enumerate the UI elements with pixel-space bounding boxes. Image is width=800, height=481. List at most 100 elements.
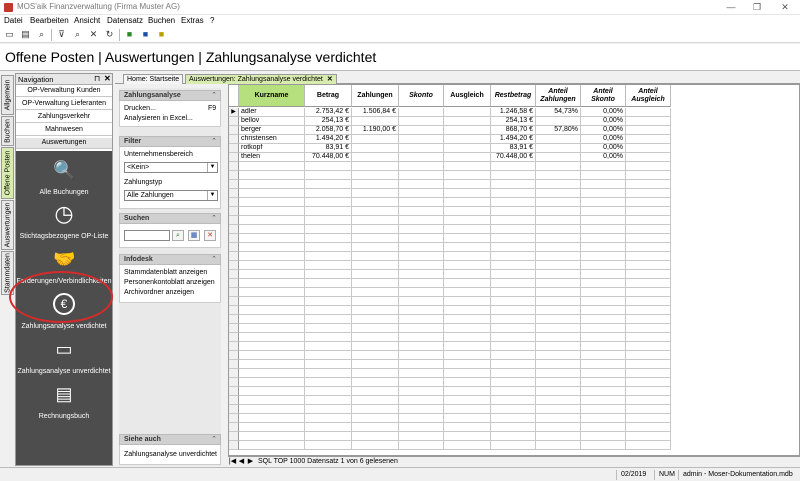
empty-cell[interactable]	[352, 360, 399, 369]
empty-cell[interactable]	[536, 234, 581, 243]
empty-cell[interactable]	[444, 234, 491, 243]
row-selector[interactable]	[229, 144, 239, 153]
row-selector[interactable]	[229, 198, 239, 207]
empty-cell[interactable]	[581, 243, 626, 252]
section-zahlungsanalyse-header[interactable]: Zahlungsanalyse ⌃	[119, 90, 221, 101]
empty-cell[interactable]	[626, 198, 671, 207]
table-cell[interactable]: 1.506,84 €	[352, 108, 399, 117]
empty-cell[interactable]	[581, 270, 626, 279]
empty-cell[interactable]	[536, 288, 581, 297]
refresh-icon[interactable]: ↻	[104, 29, 115, 40]
empty-cell[interactable]	[305, 198, 352, 207]
empty-cell[interactable]	[626, 306, 671, 315]
empty-cell[interactable]	[626, 162, 671, 171]
row-selector[interactable]	[229, 207, 239, 216]
empty-cell[interactable]	[239, 369, 305, 378]
empty-cell[interactable]	[626, 351, 671, 360]
empty-cell[interactable]	[581, 351, 626, 360]
empty-cell[interactable]	[352, 189, 399, 198]
empty-cell[interactable]	[239, 261, 305, 270]
empty-cell[interactable]	[305, 306, 352, 315]
empty-cell[interactable]	[305, 423, 352, 432]
table-cell[interactable]: berger	[239, 126, 305, 135]
empty-cell[interactable]	[444, 225, 491, 234]
row-selector[interactable]	[229, 432, 239, 441]
table-cell[interactable]	[399, 117, 444, 126]
empty-cell[interactable]	[536, 414, 581, 423]
empty-cell[interactable]	[536, 225, 581, 234]
row-selector[interactable]	[229, 288, 239, 297]
empty-cell[interactable]	[305, 234, 352, 243]
section-infodesk-header[interactable]: Infodesk ⌃	[119, 254, 221, 265]
empty-cell[interactable]	[581, 441, 626, 450]
tab-startseite[interactable]: Home: Startseite	[123, 74, 184, 84]
empty-cell[interactable]	[491, 216, 536, 225]
table-cell[interactable]: 0,00%	[581, 135, 626, 144]
empty-cell[interactable]	[352, 405, 399, 414]
empty-cell[interactable]	[581, 369, 626, 378]
empty-cell[interactable]	[239, 216, 305, 225]
row-selector[interactable]	[229, 387, 239, 396]
empty-cell[interactable]	[239, 432, 305, 441]
row-selector[interactable]	[229, 180, 239, 189]
table-cell[interactable]	[352, 153, 399, 162]
empty-cell[interactable]	[491, 369, 536, 378]
empty-cell[interactable]	[239, 198, 305, 207]
row-selector[interactable]	[229, 306, 239, 315]
empty-cell[interactable]	[239, 351, 305, 360]
row-selector[interactable]	[229, 324, 239, 333]
empty-cell[interactable]	[444, 423, 491, 432]
empty-cell[interactable]	[626, 243, 671, 252]
row-selector[interactable]	[229, 297, 239, 306]
vtab-auswertungen[interactable]: Auswertungen	[1, 200, 14, 250]
empty-cell[interactable]	[626, 279, 671, 288]
row-selector[interactable]	[229, 423, 239, 432]
empty-cell[interactable]	[581, 342, 626, 351]
table-cell[interactable]	[626, 135, 671, 144]
collapse-icon[interactable]: ⌃	[211, 214, 217, 222]
empty-cell[interactable]	[491, 324, 536, 333]
empty-cell[interactable]	[581, 198, 626, 207]
empty-cell[interactable]	[239, 360, 305, 369]
zahlungstyp-select[interactable]: Alle Zahlungen ▼	[124, 190, 218, 201]
empty-cell[interactable]	[581, 189, 626, 198]
row-selector[interactable]	[229, 315, 239, 324]
column-header-restbetrag[interactable]: Restbetrag	[491, 85, 536, 107]
column-header-ausgleich[interactable]: Ausgleich	[444, 85, 491, 107]
table-cell[interactable]: 254,13 €	[305, 117, 352, 126]
empty-cell[interactable]	[491, 207, 536, 216]
empty-cell[interactable]	[491, 162, 536, 171]
table-cell[interactable]	[352, 144, 399, 153]
user-yellow-icon[interactable]: ■	[156, 29, 167, 40]
empty-cell[interactable]	[536, 387, 581, 396]
empty-cell[interactable]	[444, 432, 491, 441]
empty-cell[interactable]	[491, 441, 536, 450]
empty-cell[interactable]	[444, 324, 491, 333]
empty-cell[interactable]	[399, 189, 444, 198]
empty-cell[interactable]	[536, 351, 581, 360]
filter-icon[interactable]: ⊽	[56, 29, 67, 40]
table-cell[interactable]: 57,80%	[536, 126, 581, 135]
section-siehe-auch-header[interactable]: Siehe auch ⌃	[119, 434, 221, 445]
menu-datei[interactable]: Datei	[4, 16, 23, 25]
empty-cell[interactable]	[626, 333, 671, 342]
empty-cell[interactable]	[536, 306, 581, 315]
column-header-zahlungen[interactable]: Zahlungen	[352, 85, 399, 107]
empty-cell[interactable]	[536, 423, 581, 432]
empty-cell[interactable]	[305, 396, 352, 405]
empty-cell[interactable]	[239, 297, 305, 306]
table-cell[interactable]: 83,91 €	[491, 144, 536, 153]
empty-cell[interactable]	[444, 189, 491, 198]
empty-cell[interactable]	[305, 180, 352, 189]
section-suchen-header[interactable]: Suchen ⌃	[119, 213, 221, 224]
empty-cell[interactable]	[305, 333, 352, 342]
empty-cell[interactable]	[399, 369, 444, 378]
column-header-kurzname[interactable]: Kurzname	[239, 85, 305, 107]
table-cell[interactable]	[536, 117, 581, 126]
empty-cell[interactable]	[581, 405, 626, 414]
excel-link[interactable]: Analysieren in Excel...	[124, 115, 193, 122]
empty-cell[interactable]	[305, 369, 352, 378]
empty-cell[interactable]	[399, 432, 444, 441]
table-cell[interactable]	[444, 126, 491, 135]
empty-cell[interactable]	[305, 189, 352, 198]
